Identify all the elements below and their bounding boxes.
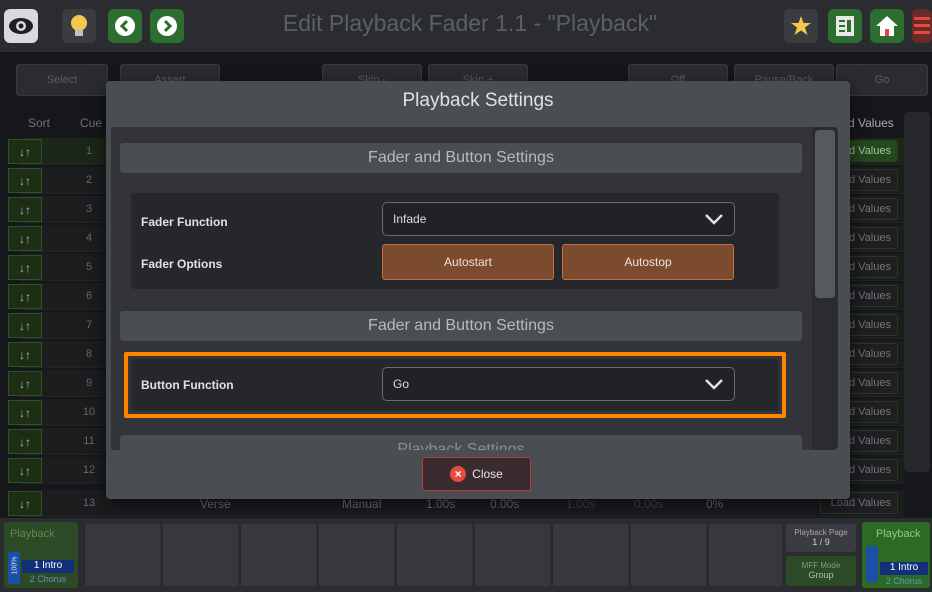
highlight-frame bbox=[124, 352, 786, 418]
current-cue: 1 Intro bbox=[22, 560, 74, 573]
close-label: Close bbox=[472, 467, 503, 481]
mff-mode-button[interactable]: MFF Mode Group bbox=[786, 556, 856, 586]
fader-slot[interactable] bbox=[240, 524, 316, 586]
autostart-button[interactable]: Autostart bbox=[382, 244, 554, 280]
section-header-button: Fader and Button Settings bbox=[120, 311, 802, 341]
fader-slot[interactable] bbox=[708, 524, 782, 586]
current-cue: 1 Intro bbox=[880, 562, 928, 575]
section-header-playback: Playback Settings bbox=[120, 435, 802, 450]
section-header-fader: Fader and Button Settings bbox=[120, 143, 802, 173]
top-bar: Edit Playback Fader 1.1 - "Playback" bbox=[0, 0, 932, 52]
fader-slot[interactable] bbox=[474, 524, 550, 586]
fader-function-label: Fader Function bbox=[141, 215, 228, 229]
dialog-body: Fader and Button Settings Fader Function… bbox=[111, 127, 817, 450]
bulb-icon[interactable] bbox=[62, 9, 96, 43]
dialog-scrollbar[interactable] bbox=[812, 127, 838, 450]
close-icon: × bbox=[450, 466, 467, 482]
dialog-title: Playback Settings bbox=[402, 90, 554, 111]
next-cue: 2 Chorus bbox=[885, 576, 923, 586]
fader-options-label: Fader Options bbox=[141, 257, 223, 271]
autostop-button[interactable]: Autostop bbox=[562, 244, 734, 280]
home-icon[interactable] bbox=[870, 9, 904, 43]
playback-title: Playback bbox=[876, 528, 921, 540]
level-value: 100% bbox=[11, 556, 19, 575]
page-value: 1 / 9 bbox=[812, 537, 830, 547]
eye-icon[interactable] bbox=[4, 9, 38, 43]
window-title: Edit Playback Fader 1.1 - "Playback" bbox=[282, 10, 658, 36]
close-button[interactable]: × Close bbox=[422, 457, 531, 491]
fader-slot[interactable] bbox=[318, 524, 394, 586]
right-playback-button[interactable]: Playback 1 Intro 2 Chorus bbox=[862, 522, 930, 588]
star-icon[interactable] bbox=[784, 9, 818, 43]
level-bar bbox=[866, 546, 878, 582]
page-label: Playback Page bbox=[794, 528, 848, 537]
fader-slot[interactable] bbox=[552, 524, 628, 586]
fader-slot[interactable] bbox=[630, 524, 706, 586]
playback-title: Playback bbox=[10, 528, 55, 540]
mff-value: Group bbox=[808, 570, 834, 580]
left-playback-button[interactable]: Playback 100% 1 Intro 2 Chorus bbox=[4, 522, 78, 588]
playback-page-button[interactable]: Playback Page 1 / 9 bbox=[786, 524, 856, 552]
fader-settings-panel: Fader Function Infade Fader Options Auto… bbox=[131, 193, 779, 289]
next-cue: 2 Chorus bbox=[29, 574, 67, 584]
forward-icon[interactable] bbox=[150, 9, 184, 43]
fader-function-select[interactable]: Infade bbox=[382, 202, 735, 236]
chevron-down-icon bbox=[705, 214, 723, 225]
fader-slot[interactable] bbox=[162, 524, 238, 586]
bottom-fader-bar: Playback 100% 1 Intro 2 Chorus Playback … bbox=[0, 518, 932, 592]
dialog-scroll-thumb[interactable] bbox=[815, 130, 835, 298]
fader-slot[interactable] bbox=[84, 524, 160, 586]
fader-function-value: Infade bbox=[393, 212, 427, 226]
back-icon[interactable] bbox=[108, 9, 142, 43]
sheet-icon[interactable] bbox=[828, 9, 862, 43]
mff-label: MFF Mode bbox=[801, 561, 841, 570]
fader-slot[interactable] bbox=[396, 524, 472, 586]
menu-icon[interactable] bbox=[912, 9, 932, 43]
playback-settings-dialog: Playback Settings Fader and Button Setti… bbox=[106, 81, 850, 499]
